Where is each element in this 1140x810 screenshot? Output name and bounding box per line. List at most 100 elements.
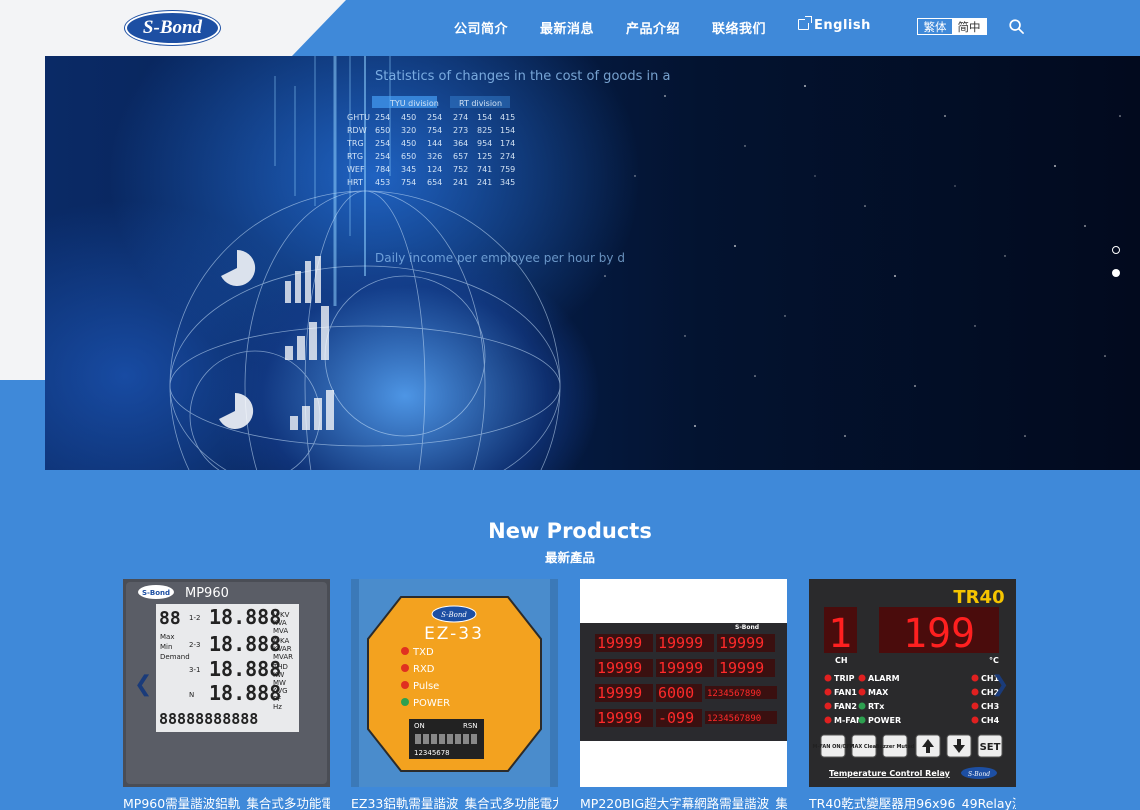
svg-text:174: 174 [500,139,515,148]
svg-text:254: 254 [375,139,390,148]
language-switch: 繁体 简中 [917,18,987,35]
nav-item-english[interactable]: English [798,16,871,33]
svg-text:FAN2: FAN2 [834,702,857,711]
svg-text:TXD: TXD [412,647,434,658]
svg-text:Pulse: Pulse [413,681,439,692]
tr40-model: TR40 [953,587,1004,608]
product-title-mp960[interactable]: MP960需量諧波鋁軌_集合式多功能電 [123,793,330,810]
svg-text:954: 954 [477,139,492,148]
nav-item-english-label: English [814,18,871,33]
svg-text:PF: PF [273,695,281,703]
svg-text:18.888: 18.888 [209,681,281,705]
svg-text:TRG: TRG [346,139,364,148]
nav-item-news[interactable]: 最新消息 [540,18,594,37]
svg-text:KVA: KVA [273,619,287,627]
svg-text:650: 650 [401,152,416,161]
svg-text:POWER: POWER [413,698,450,709]
product-card-mp960[interactable]: S-Bond MP960 88 18.888 18.888 18.888 18.… [123,579,330,810]
svg-text:364: 364 [453,139,468,148]
product-card-ez33[interactable]: S-Bond EZ-33 TXD RXD Pulse POWER ON RSN … [351,579,558,810]
svg-text:°C: °C [989,656,999,665]
svg-text:M-FAN ON/OFF: M-FAN ON/OFF [812,744,853,750]
svg-text:Hz: Hz [273,703,282,711]
svg-text:18.888: 18.888 [209,605,281,629]
ez33-brand: S-Bond [441,611,467,619]
svg-text:KVAR: KVAR [273,645,292,653]
product-title-tr40[interactable]: TR40乾式變壓器用96x96_49Relay溫 [809,793,1016,810]
nav-item-products[interactable]: 产品介绍 [626,18,680,37]
banner-caption-top: Statistics of changes in the cost of goo… [375,69,670,84]
carousel-next-arrow[interactable]: ❯ [991,672,1009,697]
svg-text:654: 654 [427,178,442,187]
product-title-mp220big[interactable]: MP220BIG超大字幕網路需量諧波_集 [580,793,787,810]
svg-text:345: 345 [500,178,515,187]
svg-text:88: 88 [159,608,181,629]
svg-text:AVG: AVG [273,687,288,695]
ez33-model: EZ-33 [424,624,484,644]
search-icon[interactable] [1009,19,1024,34]
external-link-icon [798,16,812,30]
svg-text:273: 273 [453,126,468,135]
svg-text:N: N [189,691,194,699]
product-image-tr40[interactable]: TR40 1 199 CH °C TRIP FAN1 FAN2 M-FAN AL… [809,579,1016,787]
svg-text:RSN: RSN [463,722,478,730]
svg-text:WEF: WEF [347,165,365,174]
banner-table-header-1: TYU division [389,99,439,108]
mp960-brand: S-Bond [142,589,170,597]
svg-text:450: 450 [401,113,416,122]
logo[interactable]: S-Bond [125,11,220,45]
slider-dot-1[interactable] [1112,246,1120,254]
svg-text:754: 754 [401,178,416,187]
svg-text:125: 125 [477,152,492,161]
svg-text:450: 450 [401,139,416,148]
nav-item-contact[interactable]: 联络我们 [712,18,766,37]
svg-text:GHTU: GHTU [347,113,370,122]
svg-text:1234567890: 1234567890 [707,714,761,724]
banner-table: GHTU 254 450 254 274 154 415 RDW 650 320 754 273 82… [346,113,515,187]
svg-text:345: 345 [401,165,416,174]
nav-item-about[interactable]: 公司简介 [454,18,508,37]
mp960-model: MP960 [185,586,229,601]
svg-text:453: 453 [375,178,390,187]
svg-text:154: 154 [477,113,492,122]
product-image-mp960[interactable]: S-Bond MP960 88 18.888 18.888 18.888 18.… [123,579,330,787]
banner-caption-mid: Daily income per employee per hour by d [375,251,625,265]
svg-text:MAX Clear: MAX Clear [849,744,879,750]
svg-text:19999: 19999 [719,634,764,652]
product-title-ez33[interactable]: EZ33鋁軌需量諧波_集合式多功能電力 [351,793,558,810]
svg-text:1-2: 1-2 [189,614,200,622]
svg-text:Max: Max [160,633,174,641]
svg-text:M-FAN: M-FAN [834,716,863,725]
svg-text:-099: -099 [658,709,694,727]
svg-text:274: 274 [453,113,468,122]
svg-text:Min: Min [160,643,172,651]
svg-text:V KV: V KV [273,611,290,619]
svg-text:825: 825 [477,126,492,135]
svg-text:KW: KW [273,671,284,679]
slider-dot-2-active[interactable] [1112,269,1120,277]
product-image-mp220big[interactable]: S-Bond 19999 19999 19999 19999 19999 199… [580,579,787,787]
product-card-mp220big[interactable]: S-Bond 19999 19999 19999 19999 19999 199… [580,579,787,810]
svg-text:CH3: CH3 [981,702,999,711]
banner-table-header-2: RT division [459,99,502,108]
lang-traditional-button[interactable]: 繁体 [918,19,952,34]
svg-text:S-Bond: S-Bond [968,771,990,778]
section-subtitle: 最新產品 [544,550,595,565]
tr40-channel-display: 1 [828,611,852,657]
svg-text:Buzzer Muted: Buzzer Muted [876,744,915,750]
svg-text:19999: 19999 [658,634,703,652]
svg-text:MVAR: MVAR [273,653,293,661]
svg-text:TRIP: TRIP [834,674,855,683]
svg-text:741: 741 [477,165,492,174]
svg-text:254: 254 [375,113,390,122]
carousel-prev-arrow[interactable]: ❮ [134,672,152,697]
product-image-ez33[interactable]: S-Bond EZ-33 TXD RXD Pulse POWER ON RSN … [351,579,558,787]
lang-simplified-button[interactable]: 简中 [952,19,986,34]
svg-text:650: 650 [375,126,390,135]
svg-text:754: 754 [427,126,442,135]
svg-text:19999: 19999 [597,684,642,702]
svg-text:326: 326 [427,152,442,161]
product-card-tr40[interactable]: TR40 1 199 CH °C TRIP FAN1 FAN2 M-FAN AL… [809,579,1016,810]
svg-text:MW: MW [273,679,286,687]
svg-text:Demand: Demand [160,653,190,661]
